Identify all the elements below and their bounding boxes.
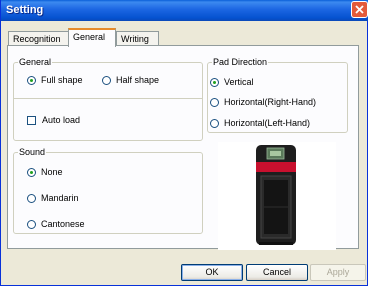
- radio-button[interactable]: [27, 167, 36, 177]
- radio-button[interactable]: [102, 75, 111, 85]
- radio-button[interactable]: [27, 193, 36, 203]
- close-icon: [355, 5, 364, 14]
- apply-button[interactable]: Apply: [310, 264, 366, 281]
- sound-none-label: None: [41, 167, 63, 177]
- sound-group-label: Sound: [18, 147, 47, 157]
- horizontal-right-label: Horizontal(Right-Hand): [224, 97, 317, 107]
- sound-mandarin-label: Mandarin: [41, 193, 79, 203]
- tab-label: Recognition: [13, 34, 61, 44]
- general-group: General Full shape Half shape Auto load: [13, 57, 203, 141]
- tab-label: Writing: [121, 34, 149, 44]
- group-divider: [14, 98, 202, 99]
- general-tab-panel: General Full shape Half shape Auto load …: [7, 45, 359, 250]
- vertical-label: Vertical: [224, 77, 254, 87]
- radio-button[interactable]: [210, 118, 219, 128]
- title-bar[interactable]: Setting: [1, 0, 368, 21]
- ok-button[interactable]: OK: [181, 264, 243, 281]
- horizontal-left-radio[interactable]: Horizontal(Left-Hand): [210, 118, 310, 128]
- sound-group: Sound None Mandarin Cantonese: [13, 147, 203, 234]
- radio-button[interactable]: [27, 219, 36, 229]
- checkbox[interactable]: [27, 115, 36, 125]
- setting-dialog: Setting Recognition General Writing Gene…: [0, 0, 368, 286]
- sound-none-radio[interactable]: None: [27, 167, 63, 177]
- half-shape-radio[interactable]: Half shape: [102, 75, 159, 85]
- window-title: Setting: [6, 4, 44, 16]
- half-shape-label: Half shape: [116, 75, 160, 85]
- vertical-radio[interactable]: Vertical: [210, 77, 254, 87]
- close-button[interactable]: [351, 1, 368, 18]
- full-shape-radio[interactable]: Full shape: [27, 75, 83, 85]
- general-group-label: General: [18, 57, 53, 67]
- auto-load-checkbox[interactable]: Auto load: [27, 115, 80, 125]
- tab-recognition[interactable]: Recognition: [8, 31, 69, 46]
- pad-direction-label: Pad Direction: [212, 57, 269, 67]
- radio-button[interactable]: [210, 77, 219, 87]
- tab-label: General: [73, 32, 106, 42]
- writing-pad-image: [218, 142, 336, 250]
- sound-mandarin-radio[interactable]: Mandarin: [27, 193, 79, 203]
- sound-cantonese-radio[interactable]: Cantonese: [27, 219, 85, 229]
- pad-direction-group: Pad Direction Vertical Horizontal(Right-…: [207, 57, 348, 133]
- horizontal-right-radio[interactable]: Horizontal(Right-Hand): [210, 97, 316, 107]
- cancel-button[interactable]: Cancel: [246, 264, 308, 281]
- tab-general[interactable]: General: [68, 28, 116, 47]
- sound-cantonese-label: Cantonese: [41, 219, 85, 229]
- auto-load-label: Auto load: [42, 115, 81, 125]
- radio-button[interactable]: [210, 97, 219, 107]
- full-shape-label: Full shape: [41, 75, 83, 85]
- radio-button[interactable]: [27, 75, 36, 85]
- tab-writing[interactable]: Writing: [116, 31, 159, 46]
- horizontal-left-label: Horizontal(Left-Hand): [224, 118, 311, 128]
